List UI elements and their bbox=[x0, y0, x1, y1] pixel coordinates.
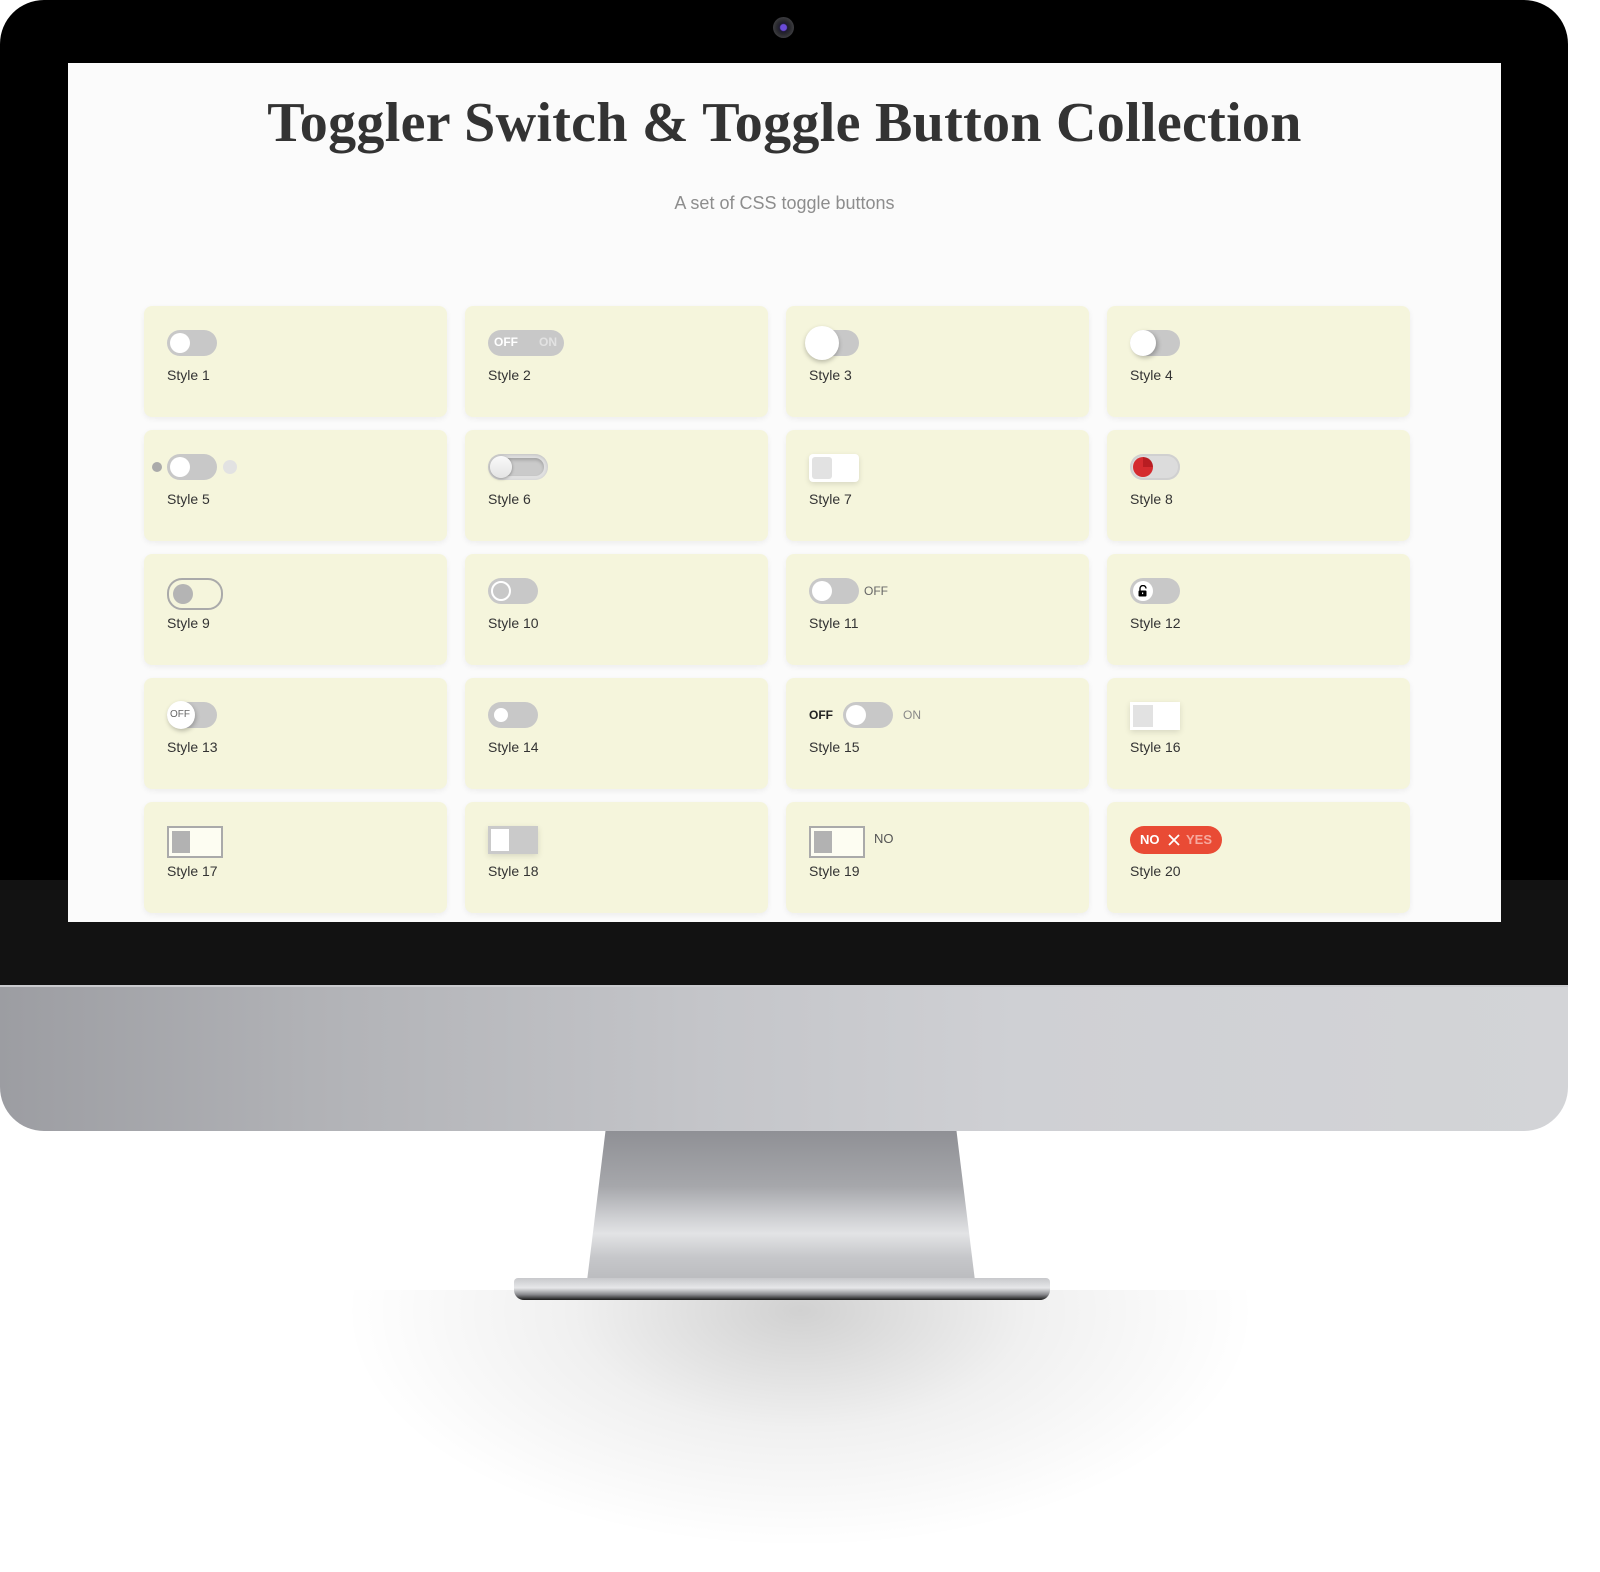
toggle-knob bbox=[170, 333, 190, 353]
toggle-knob bbox=[814, 831, 832, 853]
toggle-knob bbox=[491, 829, 509, 851]
toggle-card: Style 5 bbox=[144, 430, 447, 541]
toggle-card: OFF Style 11 bbox=[786, 554, 1089, 665]
camera-icon bbox=[773, 17, 794, 38]
toggle-card: Style 3 bbox=[786, 306, 1089, 417]
toggle-card: Style 10 bbox=[465, 554, 768, 665]
toggle-on-text: ON bbox=[539, 335, 557, 349]
toggle-label: Style 5 bbox=[167, 491, 210, 507]
toggle-knob bbox=[172, 831, 190, 853]
toggle-card: Style 7 bbox=[786, 430, 1089, 541]
toggle-card: Style 16 bbox=[1107, 678, 1410, 789]
toggle-knob bbox=[1133, 457, 1153, 477]
toggle-label: Style 15 bbox=[809, 739, 860, 755]
toggle-card: Style 14 bbox=[465, 678, 768, 789]
toggle-label: Style 6 bbox=[488, 491, 531, 507]
off-indicator-dot bbox=[152, 462, 162, 472]
page-title: Toggler Switch & Toggle Button Collectio… bbox=[267, 92, 1302, 154]
toggle-off-text: OFF bbox=[494, 335, 518, 349]
monitor-chin bbox=[0, 985, 1568, 1131]
toggle-knob bbox=[1130, 330, 1156, 356]
screen: Toggler Switch & Toggle Button Collectio… bbox=[68, 63, 1501, 922]
toggle-card: Style 6 bbox=[465, 430, 768, 541]
on-indicator-dot bbox=[223, 460, 237, 474]
toggle-grid: Style 1 OFF ON Style 2 Style 3 Style 4 S… bbox=[144, 306, 1410, 913]
toggle-card: Style 18 bbox=[465, 802, 768, 913]
toggle-knob bbox=[812, 457, 832, 479]
toggle-state-text: NO bbox=[874, 831, 894, 846]
toggle-label: Style 10 bbox=[488, 615, 539, 631]
toggle-knob bbox=[491, 581, 511, 601]
toggle-label: Style 9 bbox=[167, 615, 210, 631]
toggle-card: Style 8 bbox=[1107, 430, 1410, 541]
toggle-label: Style 12 bbox=[1130, 615, 1181, 631]
toggle-label: Style 19 bbox=[809, 863, 860, 879]
toggle-knob bbox=[490, 456, 512, 478]
toggle-label: Style 4 bbox=[1130, 367, 1173, 383]
toggle-knob-text: OFF bbox=[170, 709, 190, 720]
toggle-label: Style 3 bbox=[809, 367, 852, 383]
toggle-label: Style 7 bbox=[809, 491, 852, 507]
toggle-card: Style 12 bbox=[1107, 554, 1410, 665]
toggle-on-text: ON bbox=[903, 708, 921, 722]
toggle-label: Style 8 bbox=[1130, 491, 1173, 507]
toggle-label: Style 13 bbox=[167, 739, 218, 755]
monitor-stand-foot bbox=[514, 1278, 1050, 1300]
toggle-knob bbox=[170, 457, 190, 477]
toggle-label: Style 18 bbox=[488, 863, 539, 879]
toggle-card: Style 1 bbox=[144, 306, 447, 417]
toggle-label: Style 16 bbox=[1130, 739, 1181, 755]
page-subtitle: A set of CSS toggle buttons bbox=[674, 193, 895, 213]
toggle-label: Style 2 bbox=[488, 367, 531, 383]
toggle-knob bbox=[1133, 581, 1153, 601]
toggle-knob bbox=[805, 326, 839, 360]
toggle-card: OFF Style 13 bbox=[144, 678, 447, 789]
x-icon bbox=[1168, 834, 1180, 846]
toggle-card: NO YES Style 20 bbox=[1107, 802, 1410, 913]
monitor-stand-neck bbox=[586, 1131, 976, 1289]
toggle-knob bbox=[846, 705, 866, 725]
toggle-card: Style 9 bbox=[144, 554, 447, 665]
toggle-label: Style 14 bbox=[488, 739, 539, 755]
toggle-off-text: NO bbox=[1140, 832, 1160, 847]
toggle-knob bbox=[1133, 705, 1153, 727]
unlock-icon bbox=[1138, 585, 1147, 597]
toggle-label: Style 11 bbox=[809, 615, 859, 631]
toggle-card: OFF ON Style 15 bbox=[786, 678, 1089, 789]
toggle-knob bbox=[173, 584, 193, 604]
toggle-knob: OFF bbox=[167, 701, 195, 729]
toggle-off-text: OFF bbox=[809, 708, 833, 722]
toggle-state-text: OFF bbox=[864, 584, 888, 598]
toggle-card: Style 4 bbox=[1107, 306, 1410, 417]
toggle-on-text: YES bbox=[1186, 832, 1213, 847]
toggle-label: Style 20 bbox=[1130, 863, 1181, 879]
toggle-label: Style 17 bbox=[167, 863, 218, 879]
toggle-knob bbox=[494, 708, 508, 722]
toggle-card: NO Style 19 bbox=[786, 802, 1089, 913]
toggle-label: Style 1 bbox=[167, 367, 210, 383]
toggle-card: OFF ON Style 2 bbox=[465, 306, 768, 417]
toggle-card: Style 17 bbox=[144, 802, 447, 913]
stand-shadow bbox=[340, 1290, 1260, 1550]
toggle-knob bbox=[812, 581, 832, 601]
